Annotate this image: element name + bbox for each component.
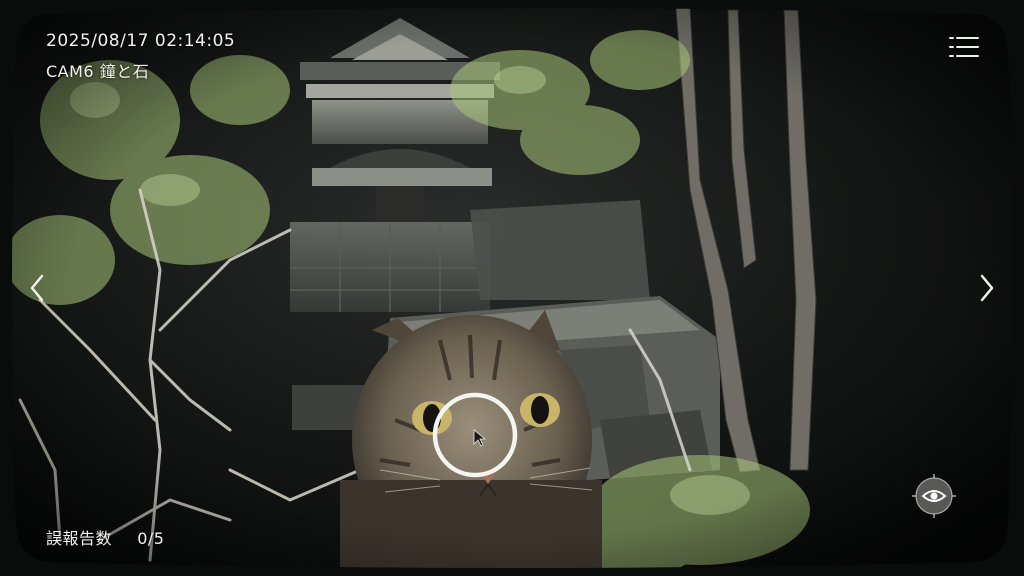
prev-camera-button[interactable] bbox=[22, 268, 52, 308]
circle-reticle-icon bbox=[432, 392, 518, 478]
camera-label: CAM6 鐘と石 bbox=[46, 62, 150, 81]
menu-button[interactable] bbox=[946, 32, 982, 62]
misreport-label: 誤報告数 bbox=[46, 529, 113, 548]
chevron-left-icon bbox=[30, 274, 44, 302]
view-report-button[interactable] bbox=[908, 472, 960, 520]
list-menu-icon bbox=[949, 37, 979, 57]
chevron-right-icon bbox=[980, 274, 994, 302]
camera-feed: 2025/08/17 02:14:05 CAM6 鐘と石 誤報告数 0/5 bbox=[0, 0, 1024, 576]
timestamp: 2025/08/17 02:14:05 bbox=[46, 31, 236, 51]
night-garden-scene bbox=[0, 0, 1024, 576]
eye-icon bbox=[912, 474, 956, 518]
next-camera-button[interactable] bbox=[972, 268, 1002, 308]
misreport-counter: 誤報告数 0/5 bbox=[46, 525, 164, 549]
mouse-pointer-icon bbox=[473, 429, 487, 447]
misreport-count: 0/5 bbox=[137, 529, 165, 548]
reticle[interactable] bbox=[430, 390, 520, 480]
